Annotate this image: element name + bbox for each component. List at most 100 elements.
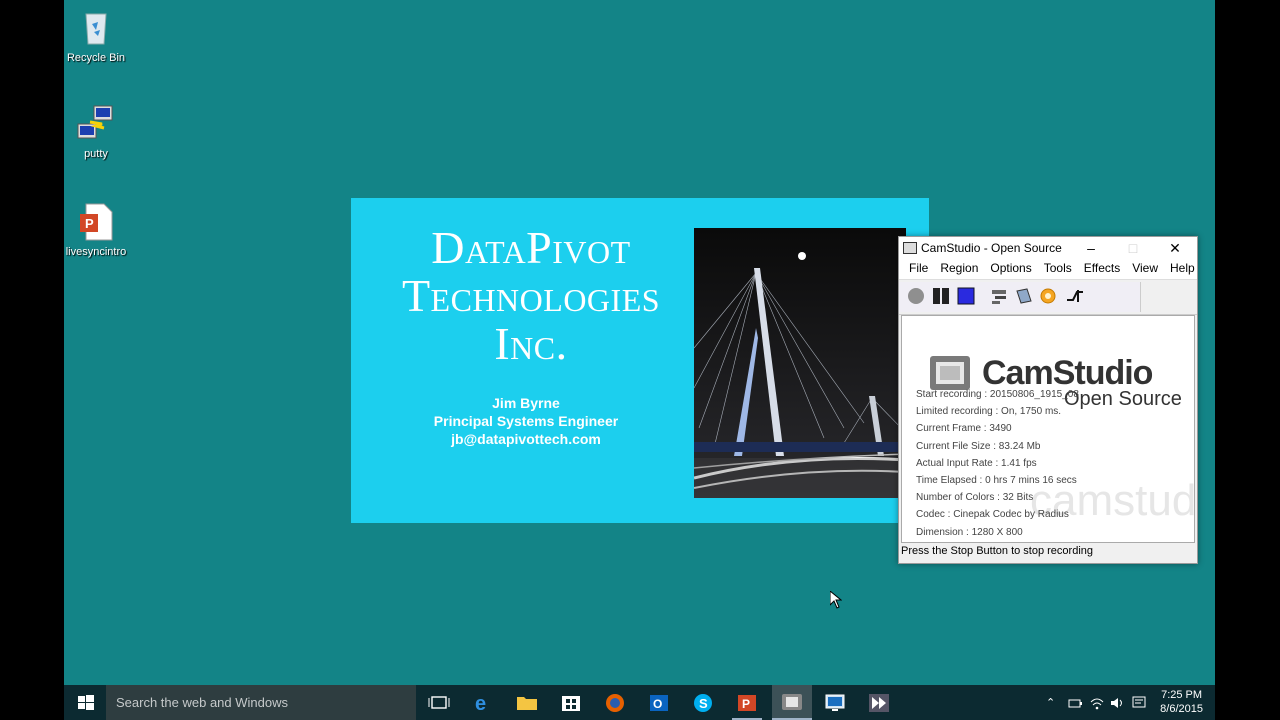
status-bar: Press the Stop Button to stop recording xyxy=(901,545,1094,557)
svg-text:P: P xyxy=(742,697,750,711)
camstudio-window: CamStudio - Open Source – □ ✕ File Regio… xyxy=(898,236,1198,564)
svg-text:P: P xyxy=(85,216,94,231)
task-view-button[interactable] xyxy=(424,685,454,720)
svg-text:O: O xyxy=(653,697,662,711)
region-icon xyxy=(1067,290,1083,302)
folder-icon xyxy=(517,697,537,710)
windows-logo-icon xyxy=(78,695,94,710)
region-button[interactable] xyxy=(1066,287,1084,305)
annotation-icon xyxy=(992,290,1006,304)
stop-button[interactable] xyxy=(957,287,975,305)
options-button[interactable] xyxy=(1039,287,1057,305)
taskbar-outlook[interactable]: O xyxy=(644,685,674,720)
taskbar-powerpoint[interactable]: P xyxy=(732,685,762,720)
info-line: Number of Colors : 32 Bits xyxy=(916,492,1034,504)
record-button[interactable] xyxy=(907,287,925,305)
svg-text:e: e xyxy=(475,693,486,715)
taskbar-media-app[interactable] xyxy=(864,685,894,720)
info-line: Limited recording : On, 1750 ms. xyxy=(916,406,1062,418)
menu-region[interactable]: Region xyxy=(934,259,984,279)
mouse-cursor-icon xyxy=(829,589,843,614)
edge-icon: e xyxy=(475,693,486,715)
remote-desktop-icon xyxy=(825,694,845,711)
toolbar xyxy=(899,279,1197,315)
taskbar-store[interactable] xyxy=(556,685,586,720)
menu-tools[interactable]: Tools xyxy=(1038,259,1078,279)
pause-button[interactable] xyxy=(932,287,950,305)
fast-forward-icon xyxy=(869,694,889,712)
autopan-icon xyxy=(1016,288,1032,304)
autopan-button[interactable] xyxy=(1015,287,1033,305)
wifi-icon[interactable] xyxy=(1090,696,1104,710)
record-icon xyxy=(908,288,924,304)
contact-block: Jim Byrne Principal Systems Engineer jb@… xyxy=(391,394,661,448)
annotation-button[interactable] xyxy=(990,287,1008,305)
window-title: CamStudio - Open Source xyxy=(921,241,1062,255)
menu-effects[interactable]: Effects xyxy=(1078,259,1126,279)
info-line: Current File Size : 83.24 Mb xyxy=(916,440,1041,452)
recycle-bin-icon xyxy=(76,8,116,48)
svg-text:S: S xyxy=(699,696,708,711)
powerpoint-file-icon: P xyxy=(76,202,116,242)
desktop-icon-label: putty xyxy=(84,148,108,160)
info-line: Start recording : 20150806_1915_08 xyxy=(916,389,1079,400)
maximize-button[interactable]: □ xyxy=(1113,237,1153,259)
company-line-1: DataPivot xyxy=(431,222,631,273)
minimize-button[interactable]: – xyxy=(1071,237,1111,259)
store-icon xyxy=(562,696,580,711)
desktop-icon-recycle-bin[interactable]: Recycle Bin xyxy=(64,8,136,64)
clock[interactable]: 7:25 PM 8/6/2015 xyxy=(1160,688,1203,716)
company-line-3: Inc. xyxy=(494,318,568,369)
clock-time: 7:25 PM xyxy=(1161,689,1203,701)
battery-icon[interactable] xyxy=(1068,696,1082,710)
stop-icon xyxy=(957,287,975,305)
presenter-email: jb@datapivottech.com xyxy=(451,431,601,447)
desktop-icon-label: Recycle Bin xyxy=(66,52,126,64)
title-bar[interactable]: CamStudio - Open Source – □ ✕ xyxy=(899,237,1197,259)
close-button[interactable]: ✕ xyxy=(1155,237,1195,259)
info-line: Time Elapsed : 0 hrs 7 mins 16 secs xyxy=(916,475,1077,487)
search-box[interactable]: Search the web and Windows xyxy=(106,685,416,720)
powerpoint-icon: P xyxy=(738,695,756,711)
skype-icon: S xyxy=(694,694,712,712)
menu-view[interactable]: View xyxy=(1126,259,1164,279)
menu-help[interactable]: Help xyxy=(1164,259,1201,279)
company-line-2: Technologies xyxy=(401,270,661,321)
taskbar: Search the web and Windows e O S P ⌃ 7:2… xyxy=(64,685,1215,720)
desktop-icon-label: livesyncintro xyxy=(65,246,127,258)
taskbar-remote-desktop[interactable] xyxy=(820,685,850,720)
show-hidden-icons-chevron-icon[interactable]: ⌃ xyxy=(1046,696,1060,710)
desktop: Recycle Bin putty P livesyncintro DataPi… xyxy=(64,0,1215,720)
info-line: Current Frame : 3490 xyxy=(916,423,1012,435)
gear-icon xyxy=(1040,288,1056,304)
outlook-icon: O xyxy=(650,695,668,711)
bridge-photo xyxy=(694,228,906,498)
volume-icon[interactable] xyxy=(1110,696,1124,710)
desktop-icon-putty[interactable]: putty xyxy=(64,104,136,160)
company-name: DataPivot Technologies Inc. xyxy=(371,224,691,368)
info-line: Actual Input Rate : 1.41 fps xyxy=(916,457,1037,469)
menu-file[interactable]: File xyxy=(903,259,934,279)
info-line: Dimension : 1280 X 800 xyxy=(916,526,1023,538)
menu-options[interactable]: Options xyxy=(984,259,1037,279)
taskbar-firefox[interactable] xyxy=(600,685,630,720)
camstudio-icon xyxy=(782,694,802,710)
presentation-slide: DataPivot Technologies Inc. Jim Byrne Pr… xyxy=(351,198,929,523)
putty-icon xyxy=(76,104,116,144)
logo-subtitle: Open Source xyxy=(1064,388,1182,410)
presenter-name: Jim Byrne xyxy=(492,395,560,411)
presenter-role: Principal Systems Engineer xyxy=(433,413,619,429)
start-button[interactable] xyxy=(72,685,100,720)
camstudio-app-icon xyxy=(903,242,917,254)
desktop-icon-livesyncintro[interactable]: P livesyncintro xyxy=(64,202,136,258)
task-view-icon xyxy=(428,696,450,709)
menu-bar: File Region Options Tools Effects View H… xyxy=(899,259,1197,279)
taskbar-skype[interactable]: S xyxy=(688,685,718,720)
firefox-icon xyxy=(606,694,624,712)
taskbar-file-explorer[interactable] xyxy=(512,685,542,720)
info-line: Codec : Cinepak Codec by Radius xyxy=(916,509,1069,521)
action-center-icon[interactable] xyxy=(1132,696,1146,710)
taskbar-camstudio[interactable] xyxy=(772,685,812,720)
taskbar-edge[interactable]: e xyxy=(468,685,498,720)
pause-icon xyxy=(933,288,949,304)
